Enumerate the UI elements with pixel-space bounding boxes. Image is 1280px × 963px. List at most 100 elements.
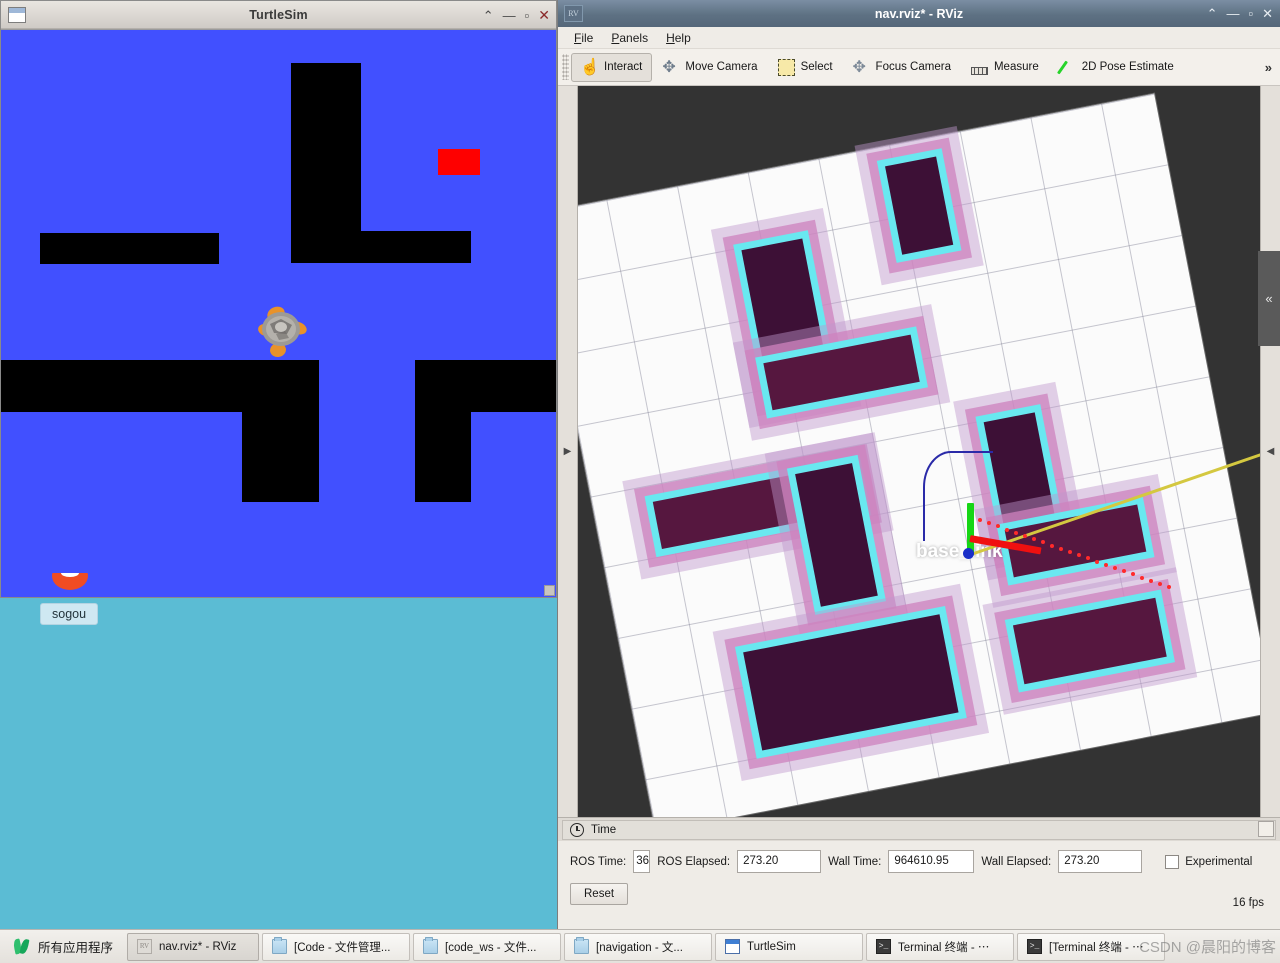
field-label: Wall Time: (828, 855, 882, 868)
move-camera-icon (662, 57, 679, 77)
turtlesim-window: TurtleSim ⌃ — ▫ ✕ (0, 0, 557, 598)
terminal-icon: >_ (1027, 939, 1043, 954)
collapse-panel-button[interactable]: « (1258, 251, 1280, 346)
menu-file[interactable]: File (566, 29, 601, 47)
time-panel-header: Time (558, 817, 1280, 841)
laser-scan-point (1005, 527, 1009, 532)
reset-button[interactable]: Reset (570, 883, 629, 905)
left-splitter-handle[interactable]: ▶ (558, 86, 578, 817)
folder-icon (423, 937, 439, 954)
obstacle-block (291, 63, 361, 231)
tool-interact[interactable]: Interact (571, 52, 653, 82)
folder-icon (272, 937, 288, 954)
tool-label: Interact (604, 61, 643, 73)
field-label: ROS Time: (570, 855, 627, 868)
tool-label: 2D Pose Estimate (1081, 61, 1174, 73)
field-value[interactable]: 964610.95 (888, 850, 975, 873)
occupancy-map-plane (578, 93, 1260, 817)
obstacle-block (415, 360, 471, 502)
turtle-sprite (254, 300, 310, 358)
local-plan-path (923, 451, 993, 541)
minimize-button[interactable]: — (503, 9, 516, 22)
tool-label: Select (800, 61, 833, 73)
menu-help[interactable]: Help (658, 29, 699, 47)
fps-counter: 16 fps (1232, 897, 1264, 909)
hand-cursor-icon (580, 57, 600, 77)
sogou-logo-icon (52, 573, 88, 595)
shade-button[interactable]: ⌃ (483, 9, 494, 22)
turtlesim-icon (725, 939, 741, 954)
taskbar-item[interactable]: [code_ws - 文件... (413, 932, 562, 961)
taskbar-item-label: nav.rviz* - RViz (159, 940, 237, 953)
taskbar-item-label: [Code - 文件管理... (294, 941, 391, 954)
taskbar-item[interactable]: TurtleSim (715, 932, 864, 961)
laser-scan-point (1059, 546, 1063, 551)
taskbar-item[interactable]: [Code - 文件管理... (262, 932, 411, 961)
taskbar-item[interactable]: >_ Terminal 终端 - ⋯ (866, 932, 1015, 961)
taskbar-item-label: Terminal 终端 - ⋯ (898, 941, 990, 954)
menu-panels[interactable]: Panels (603, 29, 656, 47)
rviz-window: RV nav.rviz* - RViz ⌃ — ▫ ✕ File Panels He… (557, 0, 1280, 929)
laser-scan-point (1140, 575, 1144, 580)
all-applications-label: 所有应用程序 (38, 941, 114, 955)
folder-icon (574, 937, 590, 954)
clock-icon (570, 822, 584, 837)
undock-icon[interactable] (1258, 821, 1274, 837)
rviz-3d-viewport[interactable]: base_link (578, 86, 1260, 817)
laser-scan-point (1050, 543, 1054, 548)
laser-scan-point (1023, 534, 1027, 538)
laser-scan-point (1104, 562, 1108, 567)
close-button[interactable]: ✕ (1262, 7, 1273, 20)
obstacle-block (291, 231, 471, 263)
laser-scan-point (1113, 566, 1117, 570)
shade-button[interactable]: ⌃ (1207, 7, 1218, 20)
rviz-menubar: File Panels Help (558, 27, 1280, 49)
field-value[interactable]: 36 (633, 850, 651, 873)
laser-scan-point (1095, 559, 1099, 564)
taskbar-item[interactable]: RV nav.rviz* - RViz (127, 932, 260, 961)
tool-move-camera[interactable]: Move Camera (652, 53, 767, 82)
tool-label: Measure (993, 61, 1039, 73)
tool-select[interactable]: Select (768, 53, 843, 82)
all-applications-button[interactable]: 所有应用程序 (3, 933, 124, 961)
robot-origin-marker (963, 548, 974, 559)
turtlesim-titlebar[interactable]: TurtleSim ⌃ — ▫ ✕ (1, 1, 556, 29)
rviz-window-icon: RV (564, 5, 583, 22)
tool-focus-camera[interactable]: Focus Camera (843, 53, 961, 82)
pose-arrow-icon (1059, 59, 1076, 76)
tool-2d-pose-estimate[interactable]: 2D Pose Estimate (1049, 53, 1184, 82)
maximize-button[interactable]: ▫ (525, 9, 530, 22)
field-value[interactable]: 273.20 (1058, 850, 1143, 873)
experimental-checkbox[interactable] (1165, 854, 1180, 869)
rviz-window-buttons: ⌃ — ▫ ✕ (1207, 0, 1273, 27)
field-label: ROS Elapsed: (657, 855, 731, 868)
time-panel: ROS Time: 36 ROS Elapsed: 273.20 Wall Time: 9… (558, 841, 1280, 920)
experimental-label: Experimental (1185, 855, 1253, 868)
sogou-ime-indicator[interactable]: sogou (40, 603, 99, 625)
goal-marker (438, 149, 480, 175)
turtlesim-title: TurtleSim (249, 7, 308, 22)
turtlesim-canvas[interactable] (1, 29, 556, 597)
close-button[interactable]: ✕ (538, 8, 550, 22)
laser-scan-point (1014, 530, 1018, 535)
maximize-button[interactable]: ▫ (1248, 7, 1253, 20)
taskbar-item-label: [code_ws - 文件... (445, 941, 537, 954)
toolbar-grip[interactable] (562, 54, 569, 80)
laser-scan-point (978, 518, 982, 522)
field-value[interactable]: 273.20 (737, 850, 822, 873)
tool-measure[interactable]: Measure (961, 53, 1049, 82)
resize-grip[interactable] (544, 585, 555, 596)
field-label: Wall Elapsed: (981, 855, 1052, 868)
rviz-titlebar[interactable]: RV nav.rviz* - RViz ⌃ — ▫ ✕ (558, 0, 1280, 27)
right-splitter-handle[interactable]: ◀ (1260, 86, 1280, 817)
taskbar-item[interactable]: >_ [Terminal 终端 - ⋯ (1017, 932, 1166, 961)
taskbar: 所有应用程序 RV nav.rviz* - RViz [Code - 文件管理...… (0, 929, 1280, 963)
toolbar-overflow-button[interactable]: » (1265, 60, 1272, 75)
tool-label: Focus Camera (875, 61, 951, 73)
minimize-button[interactable]: — (1226, 7, 1239, 20)
turtlesim-window-buttons: ⌃ — ▫ ✕ (483, 1, 550, 29)
rviz-icon: RV (137, 939, 153, 954)
rviz-view-area: ▶ base_link ◀ « (558, 86, 1280, 817)
taskbar-item[interactable]: [navigation - 文... (564, 932, 713, 961)
experimental-checkbox-wrap[interactable]: Experimental (1165, 854, 1253, 869)
